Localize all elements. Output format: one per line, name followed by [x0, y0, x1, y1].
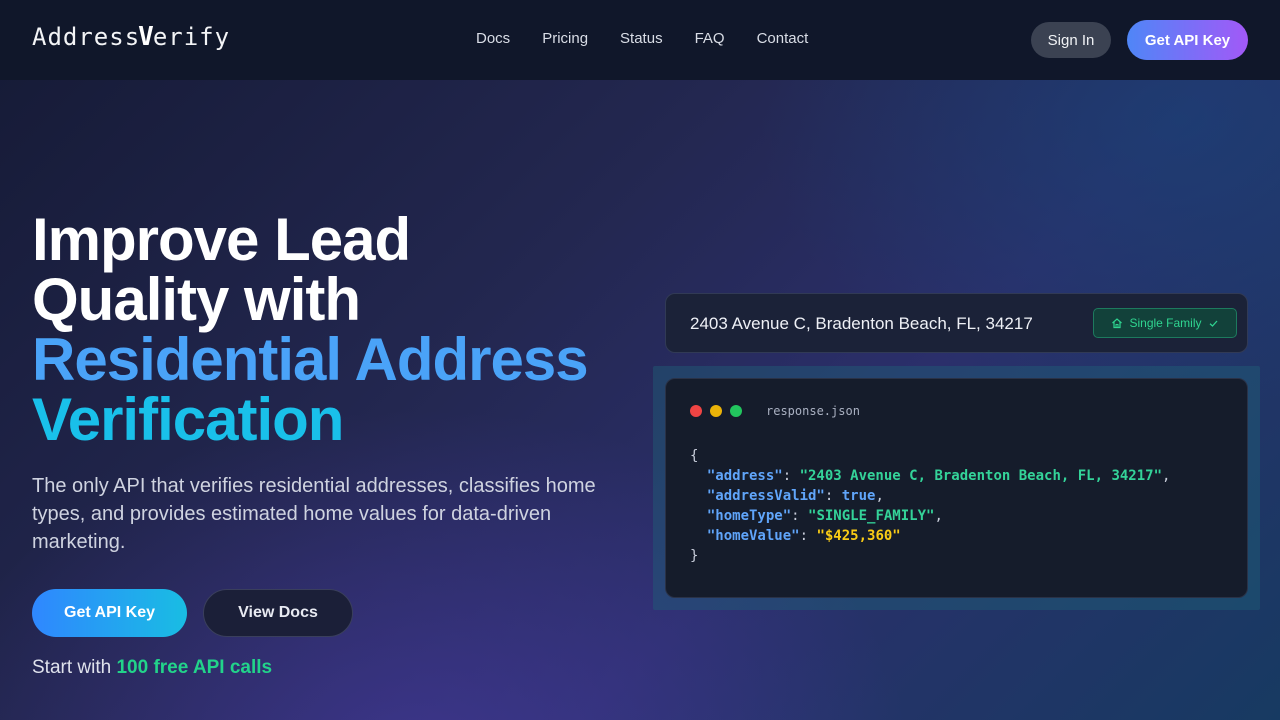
brand-logo[interactable]: Address Verify	[32, 22, 230, 52]
checkmark-icon	[1209, 320, 1217, 327]
home-type-badge: Single Family	[1093, 308, 1237, 338]
logo-text-suffix: erify	[152, 23, 231, 51]
header-get-api-key-button[interactable]: Get API Key	[1127, 20, 1248, 60]
response-filename: response.json	[766, 404, 860, 418]
window-controls	[690, 405, 742, 417]
hero-title-highlight-2: Verification	[32, 386, 344, 453]
json-response-panel: response.json { "address": "2403 Avenue …	[665, 378, 1248, 598]
json-value-address-valid: true	[841, 488, 876, 504]
json-value-home-type: "SINGLE_FAMILY"	[808, 508, 935, 524]
sign-in-button[interactable]: Sign In	[1031, 22, 1111, 58]
maximize-dot-icon	[730, 405, 742, 417]
hero-get-api-key-button[interactable]: Get API Key	[32, 589, 187, 637]
home-type-label: Single Family	[1129, 316, 1202, 330]
nav-link-docs[interactable]: Docs	[476, 30, 510, 47]
close-dot-icon	[690, 405, 702, 417]
hero-title-highlight-1: Residential Address	[32, 326, 589, 393]
hero-title-line-2: Quality with	[32, 266, 361, 333]
logo-text-prefix: Address	[32, 23, 141, 51]
json-code-block: { "address": "2403 Avenue C, Bradenton B…	[690, 448, 1171, 564]
json-key-home-type: "homeType"	[706, 508, 792, 524]
home-icon	[1112, 318, 1123, 329]
json-key-address-valid: "addressValid"	[706, 488, 825, 504]
json-value-home-value: "$425,360"	[816, 528, 901, 544]
hero-subtitle: The only API that verifies residential a…	[32, 475, 596, 553]
address-input-card: 2403 Avenue C, Bradenton Beach, FL, 3421…	[665, 293, 1248, 353]
minimize-dot-icon	[710, 405, 722, 417]
nav-link-pricing[interactable]: Pricing	[542, 30, 588, 47]
nav-link-faq[interactable]: FAQ	[695, 30, 725, 47]
top-navigation-bar: Address Verify Docs Pricing Status FAQ Co…	[0, 0, 1280, 80]
free-calls-highlight: 100 free API calls	[116, 657, 273, 678]
json-open-brace: {	[690, 448, 699, 464]
hero-view-docs-button[interactable]: View Docs	[203, 589, 353, 637]
json-key-address: "address"	[706, 468, 783, 484]
hero-title-line-1: Improve Lead	[32, 206, 411, 273]
nav-link-status[interactable]: Status	[620, 30, 663, 47]
json-value-address: "2403 Avenue C, Bradenton Beach, FL, 342…	[799, 468, 1163, 484]
free-calls-prefix: Start with	[32, 657, 117, 678]
hero-title: Improve Lead Quality with Residential Ad…	[32, 210, 632, 450]
nav-link-contact[interactable]: Contact	[757, 30, 809, 47]
json-close-brace: }	[690, 548, 699, 564]
address-value: 2403 Avenue C, Bradenton Beach, FL, 3421…	[690, 314, 1033, 333]
main-nav: Docs Pricing Status FAQ Contact	[476, 30, 808, 47]
free-calls-note: Start with 100 free API calls	[32, 657, 272, 679]
json-key-home-value: "homeValue"	[706, 528, 800, 544]
